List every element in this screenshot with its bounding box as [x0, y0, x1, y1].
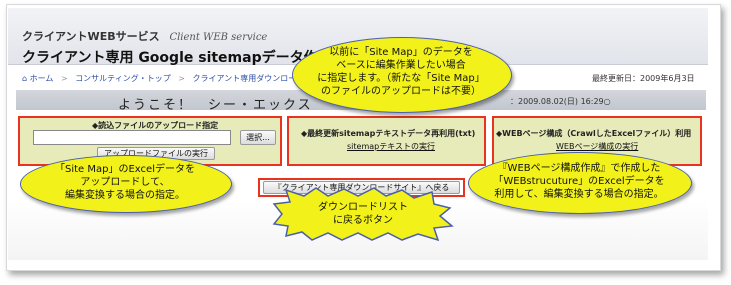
page-title: クライアント専用 Google sitemapデータ作成 [22, 50, 332, 66]
breadcrumb-consulting[interactable]: コンサルティング・トップ [75, 74, 171, 83]
web-structure-link[interactable]: WEBページ構成の実行 [556, 141, 638, 152]
breadcrumb-separator: > [60, 74, 68, 83]
last-updated: 最終更新日：2009年6月3日 [592, 74, 695, 83]
callout-left-line: 編集変換する場合の指定。 [65, 190, 185, 201]
callout-right-line: 利用して、編集変換する場合の指定。 [494, 189, 664, 200]
breadcrumb: ⌂ ホーム > コンサルティング・トップ > クライアント専用ダウンロード [22, 73, 304, 84]
callout-right-line: 『WEBページ構成作成』で作成した [497, 163, 661, 174]
breadcrumb-download[interactable]: クライアント専用ダウンロード [193, 74, 305, 83]
service-name-en: Client WEB service [169, 32, 268, 43]
last-login: ：2009.08.02(日) 16:29○ [510, 97, 611, 106]
breadcrumb-home[interactable]: ホーム [30, 74, 54, 83]
callout-right-text: 『WEBページ構成作成』で作成した 「WEBstrucuture」のExcelデ… [472, 162, 686, 201]
callout-bottom-line: ダウンロードリスト [318, 202, 408, 213]
callout-bottom-text: ダウンロードリスト に戻るボタン [282, 201, 444, 227]
file-path-input[interactable] [33, 130, 231, 145]
sitemap-text-heading: ◆最終更新sitemapテキストデータ再利用(txt) [301, 129, 476, 138]
web-structure-heading: ◆WEBページ構成（CrawlしたExcelファイル）利用 [496, 129, 692, 138]
service-name-ja: クライアントWEBサービス [22, 30, 160, 43]
select-file-button[interactable]: 選択... [240, 130, 276, 145]
callout-top-line: のファイルのアップロードは不要） [321, 86, 481, 97]
service-name: クライアントWEBサービス Client WEB service [22, 28, 267, 44]
welcome-text: ようこそ！ シー・エックス [118, 98, 313, 113]
callout-top-line: 以前に「Site Map」のデータを [329, 47, 473, 58]
callout-left-text: 「Site Map」のExcelデータを アップロードして、 編集変換する場合の… [24, 163, 226, 202]
callout-left-line: アップロードして、 [80, 177, 170, 188]
callout-top-line: に指定します。（新たな「Site Map」 [317, 73, 485, 84]
home-icon: ⌂ [22, 74, 28, 83]
callout-left-line: 「Site Map」のExcelデータを [55, 164, 195, 175]
sitemap-text-link[interactable]: sitemapテキストの実行 [347, 141, 435, 152]
callout-top-text: 以前に「Site Map」のデータを ベースに編集作業したい場合 に指定します。… [296, 46, 506, 98]
callout-right-line: 「WEBstrucuture」のExcelデータを [493, 176, 665, 187]
breadcrumb-separator: > [178, 74, 185, 83]
callout-top-line: ベースに編集作業したい場合 [336, 60, 466, 71]
callout-bottom-line: に戻るボタン [333, 215, 393, 226]
